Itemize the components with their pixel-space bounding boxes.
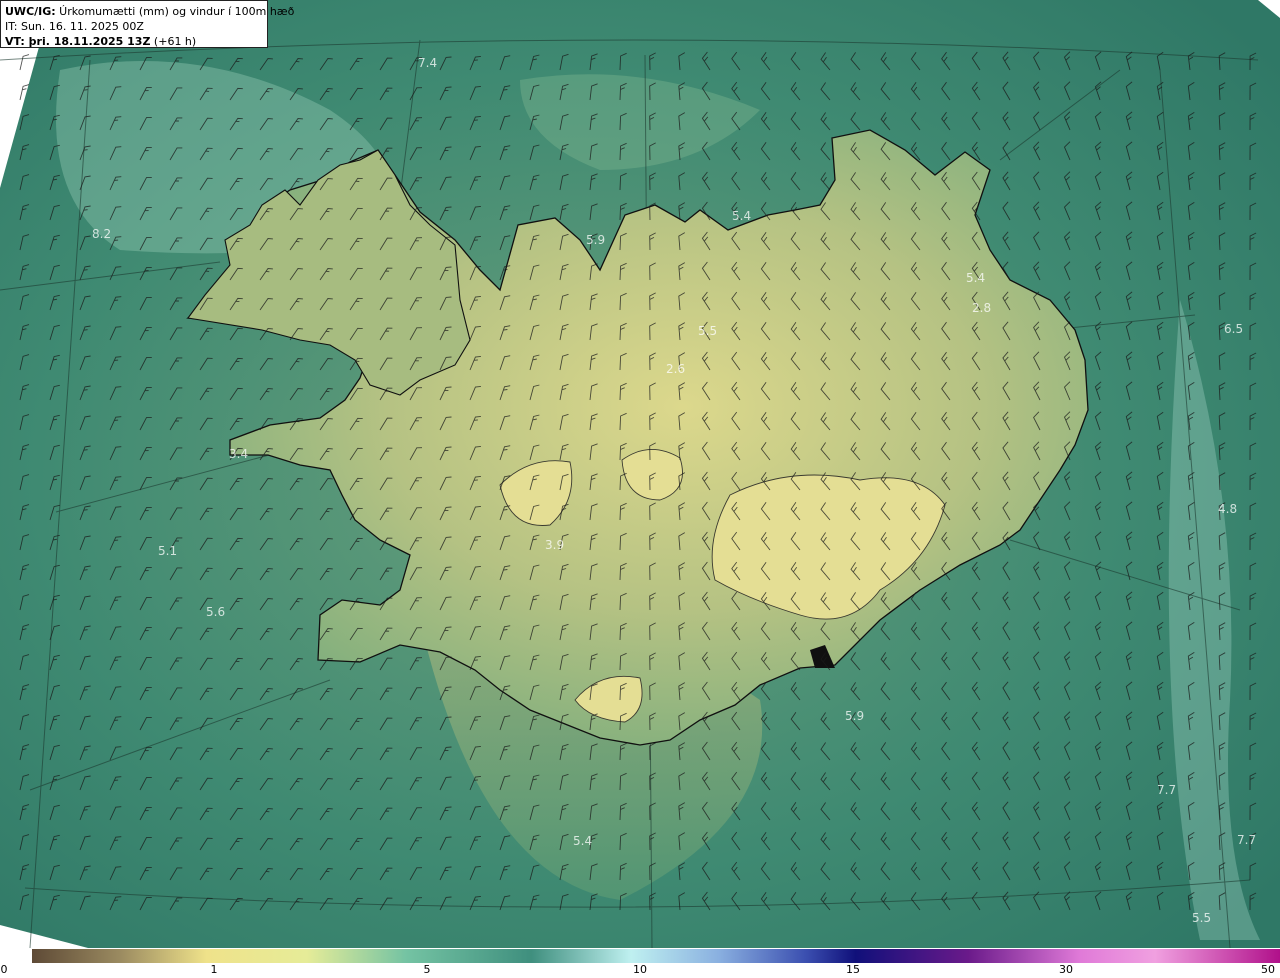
map-label: 4.8 <box>1218 502 1237 516</box>
map-label: 5.4 <box>573 834 592 848</box>
colorbar-tick: 50 <box>1261 963 1275 976</box>
forecast-map: 7.4 8.2 5.9 5.4 5.4 2.8 5.5 2.6 6.5 3.4 … <box>0 0 1280 949</box>
colorbar-tick: 1 <box>210 963 218 976</box>
colorbar-tick: 15 <box>846 963 860 976</box>
init-time: IT: Sun. 16. 11. 2025 00Z <box>5 20 144 33</box>
colorbar <box>32 949 1280 963</box>
model-name: UWC/IG: <box>5 5 56 18</box>
map-label: 5.5 <box>1192 911 1211 925</box>
map-label: 7.7 <box>1237 833 1256 847</box>
colorbar-tick: 30 <box>1059 963 1073 976</box>
map-label: 6.5 <box>1224 322 1243 336</box>
map-label: 3.4 <box>229 447 248 461</box>
map-label: 3.9 <box>545 538 564 552</box>
map-label: 5.5 <box>698 324 717 338</box>
map-label: 5.4 <box>966 271 985 285</box>
map-label: 7.7 <box>1157 783 1176 797</box>
wind-barb <box>19 54 30 71</box>
map-label: 5.6 <box>206 605 225 619</box>
colorbar-tick: 0 <box>0 963 8 976</box>
map-label: 8.2 <box>92 227 111 241</box>
map-label: 2.6 <box>666 362 685 376</box>
map-label: 5.1 <box>158 544 177 558</box>
map-label: 2.8 <box>972 301 991 315</box>
map-header: UWC/IG: Úrkomumætti (mm) og vindur í 100… <box>0 0 294 48</box>
lead-time: (+61 h) <box>150 35 197 48</box>
map-label: 5.9 <box>586 233 605 247</box>
map-label: 7.4 <box>418 56 437 70</box>
map-label: 5.4 <box>732 209 751 223</box>
valid-time: VT: þri. 18.11.2025 13Z <box>5 35 151 48</box>
colorbar-tick: 5 <box>423 963 431 976</box>
map-label: 5.9 <box>845 709 864 723</box>
colorbar-tick: 10 <box>633 963 647 976</box>
product-title: Úrkomumætti (mm) og vindur í 100m hæð <box>55 5 295 18</box>
